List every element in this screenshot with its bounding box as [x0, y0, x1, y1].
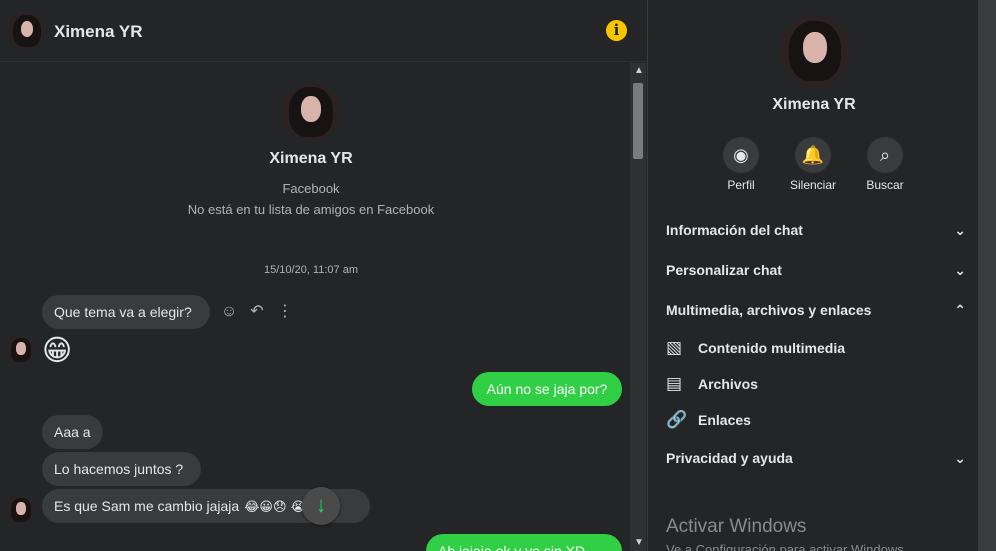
chat-panel: Ximena YR i ▲ ▼ Ximena YR Facebook No es…	[0, 0, 648, 551]
link-icon: 🔗	[666, 410, 688, 429]
sender-avatar[interactable]	[7, 336, 35, 364]
chevron-down-icon: ⌄	[954, 450, 966, 466]
emoji-reactions: 😂😀😞 😭	[244, 500, 306, 515]
profile-name[interactable]: Ximena YR	[180, 150, 442, 168]
search-button-label: Buscar	[866, 178, 904, 192]
section-privacy-help[interactable]: Privacidad y ayuda ⌄	[666, 450, 966, 476]
profile-button[interactable]: ◉ Perfil	[706, 137, 776, 197]
sidebar-contact-name[interactable]: Ximena YR	[650, 96, 978, 114]
search-button[interactable]: ⌕ Buscar	[850, 137, 920, 197]
incoming-message[interactable]: Lo hacemos juntos ?	[42, 452, 201, 486]
section-chat-info[interactable]: Información del chat ⌄	[666, 222, 966, 248]
search-icon: ⌕	[867, 137, 903, 173]
chevron-up-icon: ⌃	[954, 302, 966, 318]
outgoing-message[interactable]: Aún no se jaja por?	[472, 372, 622, 406]
section-label: Multimedia, archivos y enlaces	[666, 302, 872, 318]
arrow-down-icon[interactable]: ↓	[302, 487, 340, 525]
message-timestamp: 15/10/20, 11:07 am	[264, 264, 358, 276]
profile-button-label: Perfil	[727, 178, 755, 192]
sidebar-avatar[interactable]	[779, 15, 851, 87]
profile-icon: ◉	[723, 137, 759, 173]
chat-header: Ximena YR i	[0, 0, 648, 62]
windows-activation-title: Activar Windows	[666, 516, 807, 537]
section-label: Privacidad y ayuda	[666, 450, 793, 466]
section-label: Información del chat	[666, 222, 803, 238]
section-label: Personalizar chat	[666, 262, 782, 278]
message-text: Es que Sam me cambio jajaja	[54, 498, 240, 514]
files-item[interactable]: ▤ Archivos	[666, 374, 966, 400]
links-label: Enlaces	[698, 412, 751, 428]
message-scrollbar[interactable]: ▲ ▼	[630, 63, 646, 551]
emoji-message[interactable]: 😁	[42, 334, 75, 367]
media-content-label: Contenido multimedia	[698, 340, 845, 356]
chat-details-sidebar: Ximena YR ◉ Perfil 🔔 Silenciar ⌕ Buscar …	[650, 0, 978, 551]
sender-avatar[interactable]	[7, 496, 35, 524]
section-media-files-links[interactable]: Multimedia, archivos y enlaces ⌃	[666, 302, 966, 328]
info-icon[interactable]: i	[606, 20, 627, 41]
links-item[interactable]: 🔗 Enlaces	[666, 410, 966, 436]
image-icon: ▧	[666, 338, 683, 357]
message-actions: ☺ ↶ ⋮	[219, 301, 293, 323]
profile-avatar[interactable]	[281, 82, 341, 142]
reply-icon[interactable]: ↶	[247, 301, 267, 323]
chat-title[interactable]: Ximena YR	[54, 22, 143, 42]
mute-button-label: Silenciar	[789, 178, 837, 192]
profile-source: Facebook	[282, 181, 340, 196]
scroll-thumb[interactable]	[633, 83, 643, 159]
outgoing-message[interactable]: Ah jajaja ok y yo sin XD	[426, 534, 622, 551]
file-icon: ▤	[666, 374, 683, 393]
files-label: Archivos	[698, 376, 758, 392]
friend-status-note: No está en tu lista de amigos en Faceboo…	[187, 202, 435, 217]
more-options-icon[interactable]: ⋮	[275, 301, 295, 323]
mute-button[interactable]: 🔔 Silenciar	[778, 137, 848, 197]
chevron-down-icon: ⌄	[954, 262, 966, 278]
sidebar-actions: ◉ Perfil 🔔 Silenciar ⌕ Buscar	[718, 137, 918, 197]
scroll-down-icon[interactable]: ▼	[634, 538, 644, 548]
section-customize-chat[interactable]: Personalizar chat ⌄	[666, 262, 966, 288]
incoming-message[interactable]: Aaa a	[42, 415, 103, 449]
chevron-down-icon: ⌄	[954, 222, 966, 238]
smile-react-icon[interactable]: ☺	[219, 301, 239, 323]
windows-activation-subtitle: Ve a Configuración para activar Windows.	[666, 542, 908, 551]
incoming-message[interactable]: Que tema va a elegir?	[42, 295, 210, 329]
media-content-item[interactable]: ▧ Contenido multimedia	[666, 338, 966, 364]
bell-icon: 🔔	[795, 137, 831, 173]
sidebar-scrollbar[interactable]	[978, 0, 996, 551]
header-avatar[interactable]	[8, 12, 46, 50]
scroll-up-icon[interactable]: ▲	[634, 66, 644, 76]
